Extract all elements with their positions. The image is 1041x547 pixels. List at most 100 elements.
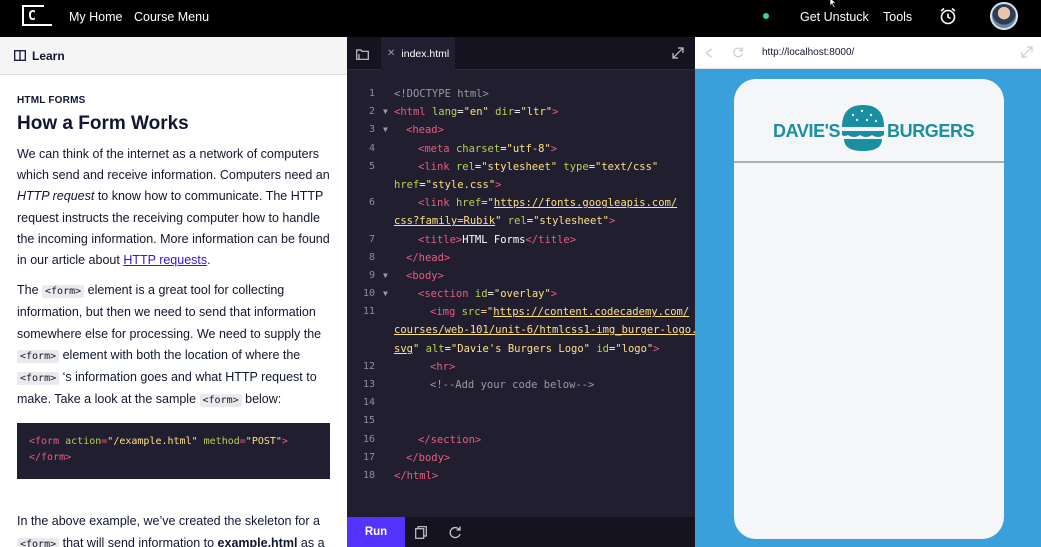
code-line: 8 </head>	[347, 249, 695, 267]
line-number: 18	[362, 469, 375, 481]
code-token: >	[495, 178, 502, 191]
emphasis-text: HTTP request	[17, 189, 95, 204]
inline-code: <form>	[17, 349, 60, 363]
code-token: <section	[418, 288, 475, 301]
code-token: dir	[488, 106, 515, 119]
line-number: 3	[368, 124, 375, 136]
nav-my-home[interactable]: My Home	[69, 10, 122, 24]
tab-index-html[interactable]: ✕ index.html	[381, 37, 456, 70]
code-line: css?family=Rubik" rel="stylesheet">	[347, 212, 695, 230]
line-number: 8	[368, 251, 375, 263]
code-token: "stylesheet"	[533, 215, 609, 228]
code-text: href="style.css">	[394, 176, 502, 194]
http-requests-link[interactable]: HTTP requests	[123, 253, 207, 267]
nav-get-unstuck[interactable]: Get Unstuck	[800, 10, 869, 24]
line-number: 13	[362, 379, 375, 390]
codecademy-logo[interactable]: C	[22, 5, 44, 26]
fold-arrow-icon[interactable]: ▼	[383, 267, 388, 285]
fold-arrow-icon[interactable]: ▼	[383, 121, 388, 139]
reload-icon[interactable]	[732, 46, 744, 58]
line-number: 17	[362, 451, 375, 463]
code-token: alt	[419, 342, 445, 355]
paragraph-3: In the above example, we’ve created the …	[17, 511, 330, 547]
code-text: <section id="overlay">	[418, 285, 557, 303]
burger-logo-header: DAVIE'S BURGERS	[734, 103, 1004, 159]
line-number: 12	[362, 360, 375, 372]
line-number: 7	[368, 233, 375, 245]
code-token: ="	[481, 197, 494, 210]
code-line: 3 ▼ <head>	[347, 121, 695, 139]
code-token: "overlay"	[493, 288, 551, 301]
fold-arrow-icon[interactable]: ▼	[383, 285, 388, 303]
run-button[interactable]: Run	[347, 517, 405, 547]
code-token: >	[281, 436, 288, 448]
code-token: action	[59, 436, 102, 448]
code-line: 9 ▼ <body>	[347, 267, 695, 285]
lesson-heading: How a Form Works	[17, 113, 189, 134]
logo-underscore	[44, 24, 52, 26]
paragraph-text: We can think of the internet as a networ…	[17, 147, 330, 183]
code-token: "text/css"	[595, 160, 659, 173]
code-text: <link rel="stylesheet" type="text/css"	[418, 158, 658, 176]
code-editor: ✕ index.html 1 <!DOCTYPE html> 2 ▼ <html la…	[347, 37, 697, 547]
copy-icon[interactable]	[415, 526, 427, 539]
learn-title: Learn	[32, 49, 65, 63]
code-token: "utf-8"	[506, 142, 551, 155]
url-field[interactable]: http://localhost:8000/	[762, 47, 854, 58]
paragraph-text: that will send information to	[59, 535, 218, 547]
nav-tools[interactable]: Tools	[883, 10, 912, 24]
code-line: 14	[347, 394, 695, 412]
folder-icon[interactable]	[356, 49, 369, 60]
code-token: <meta	[418, 142, 456, 155]
inline-code: <form>	[17, 537, 60, 547]
lesson-content: HTML FORMS How a Form Works We can think…	[0, 95, 347, 547]
paragraph-2: The <form> element is a great tool for c…	[17, 280, 330, 411]
editor-tab-bar: ✕ index.html	[347, 37, 695, 70]
nav-course-menu[interactable]: Course Menu	[134, 10, 209, 24]
code-text: <img src="https://content.codecademy.com…	[430, 303, 689, 321]
code-token: "Davie's Burgers Logo"	[450, 342, 590, 355]
code-line: 2 ▼ <html lang="en" dir="ltr">	[347, 103, 695, 121]
avatar[interactable]	[990, 2, 1018, 30]
code-token: <link	[418, 197, 456, 210]
line-number: 5	[368, 160, 375, 172]
expand-icon[interactable]	[672, 47, 684, 59]
inline-code: <form>	[42, 285, 85, 299]
code-token: "POST"	[245, 436, 282, 448]
code-token: charset	[455, 142, 501, 155]
lesson-eyebrow: HTML FORMS	[17, 95, 86, 106]
code-line: svg" alt="Davie's Burgers Logo" id="logo…	[347, 340, 695, 358]
code-token: "style.css"	[425, 178, 496, 191]
code-line: 12 <hr>	[347, 358, 695, 376]
code-token: src	[461, 306, 481, 319]
close-icon[interactable]: ✕	[387, 48, 395, 59]
code-token: rel	[455, 160, 475, 173]
logo-glyph: C	[28, 9, 36, 24]
line-number: 16	[362, 433, 375, 445]
code-text: <body>	[406, 269, 444, 282]
line-number: 11	[362, 306, 375, 318]
status-dot	[763, 13, 769, 19]
reset-icon[interactable]	[448, 525, 462, 539]
learn-panel: Learn HTML FORMS How a Form Works We can…	[0, 37, 347, 547]
fold-arrow-icon[interactable]: ▼	[383, 103, 388, 121]
fullscreen-icon[interactable]	[1021, 46, 1033, 58]
code-token: ="	[480, 306, 494, 319]
top-navbar: C My Home Course Menu Get Unstuck Tools	[0, 0, 1041, 37]
code-text: <html lang="en" dir="ltr">	[394, 103, 558, 121]
alarm-icon[interactable]	[938, 6, 958, 26]
code-line: 11 <img src="https://content.codecademy.c…	[347, 303, 695, 321]
code-token: HTML Forms	[462, 233, 526, 246]
code-line: 1 <!DOCTYPE html>	[347, 85, 695, 103]
code-text: <!--Add your code below-->	[430, 379, 595, 391]
code-line: 13 <!--Add your code below-->	[347, 376, 695, 394]
run-bar: Run	[347, 517, 695, 547]
code-token: <html	[394, 106, 432, 119]
code-token: id	[474, 288, 488, 301]
code-token: href	[394, 178, 420, 191]
back-icon[interactable]	[705, 48, 713, 58]
book-icon	[14, 50, 26, 61]
code-token: <form	[29, 436, 60, 448]
code-text: <link href="https://fonts.googleapis.com…	[418, 194, 677, 212]
code-area[interactable]: 1 <!DOCTYPE html> 2 ▼ <html lang="en" dir="…	[347, 85, 697, 485]
